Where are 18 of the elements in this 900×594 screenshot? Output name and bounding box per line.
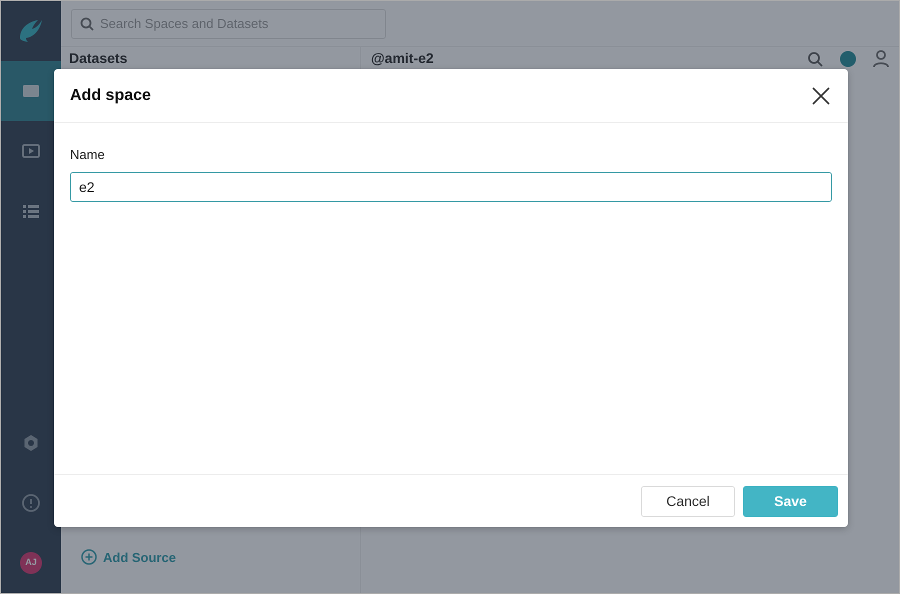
- space-title: @amit-e2: [371, 50, 434, 66]
- user-icon[interactable]: [873, 50, 889, 68]
- add-source-link[interactable]: Add Source: [69, 548, 352, 581]
- help-icon[interactable]: [21, 493, 41, 513]
- plus-circle-icon: [81, 549, 97, 566]
- play-icon: [21, 141, 41, 161]
- search-icon[interactable]: [807, 51, 823, 67]
- sidebar-item[interactable]: [1, 61, 61, 121]
- modal-title: Add space: [70, 86, 151, 106]
- save-button[interactable]: Save: [743, 486, 838, 516]
- close-button[interactable]: [810, 84, 832, 106]
- cancel-button[interactable]: Cancel: [641, 486, 735, 516]
- user-avatar[interactable]: AJ: [20, 552, 42, 574]
- search-icon: [80, 17, 94, 31]
- field-label: Name: [70, 146, 105, 164]
- panel-title: Datasets: [69, 50, 128, 66]
- status-dot-icon[interactable]: [839, 50, 857, 68]
- name-input[interactable]: e2: [70, 172, 832, 202]
